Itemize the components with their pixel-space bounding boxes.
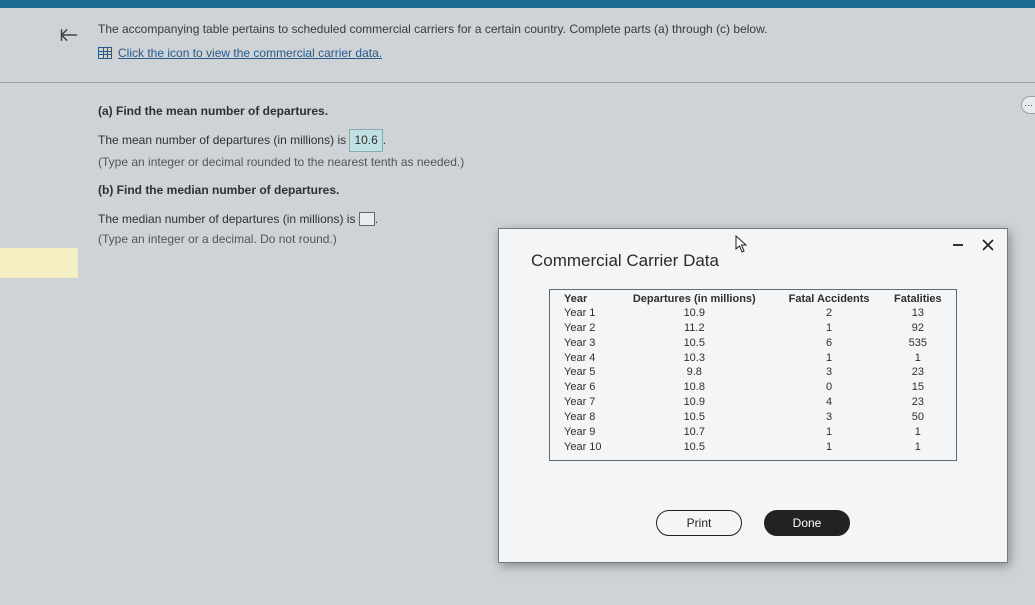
- cell-fatalities: 1: [884, 440, 952, 455]
- modal-controls: [499, 229, 1007, 253]
- part-b-answer-line: The median number of departures (in mill…: [98, 209, 1017, 229]
- table-row: Year 610.8015: [554, 380, 952, 395]
- cell-fatalities: 535: [884, 336, 952, 351]
- minimize-button[interactable]: [949, 237, 967, 253]
- view-data-link[interactable]: Click the icon to view the commercial ca…: [118, 46, 382, 60]
- cell-fatalities: 1: [884, 351, 952, 366]
- table-row: Year 310.56535: [554, 336, 952, 351]
- overflow-button[interactable]: ⋯: [1021, 96, 1035, 114]
- back-button[interactable]: [58, 26, 80, 44]
- cell-year: Year 10: [554, 440, 614, 455]
- cell-accidents: 1: [775, 321, 884, 336]
- cell-fatalities: 13: [884, 306, 952, 321]
- cell-year: Year 6: [554, 380, 614, 395]
- close-icon: [982, 239, 994, 251]
- data-modal: Commercial Carrier Data Year Departures …: [498, 228, 1008, 563]
- table-row: Year 810.5350: [554, 410, 952, 425]
- table-row: Year 211.2192: [554, 321, 952, 336]
- cell-year: Year 5: [554, 365, 614, 380]
- table-row: Year 110.9213: [554, 306, 952, 321]
- cell-departures: 10.5: [614, 440, 775, 455]
- data-table: Year Departures (in millions) Fatal Acci…: [554, 292, 952, 454]
- cell-departures: 11.2: [614, 321, 775, 336]
- margin-highlight: [0, 248, 78, 278]
- cell-fatalities: 1: [884, 425, 952, 440]
- col-accidents: Fatal Accidents: [775, 292, 884, 306]
- cell-departures: 10.9: [614, 395, 775, 410]
- cell-departures: 10.8: [614, 380, 775, 395]
- part-b-answer-input[interactable]: [359, 212, 375, 226]
- cell-fatalities: 50: [884, 410, 952, 425]
- cell-year: Year 4: [554, 351, 614, 366]
- cell-fatalities: 15: [884, 380, 952, 395]
- table-icon[interactable]: [98, 47, 112, 59]
- cell-year: Year 3: [554, 336, 614, 351]
- cell-fatalities: 23: [884, 365, 952, 380]
- data-link-row: Click the icon to view the commercial ca…: [98, 46, 1017, 60]
- cell-accidents: 3: [775, 365, 884, 380]
- cell-year: Year 1: [554, 306, 614, 321]
- cell-departures: 10.7: [614, 425, 775, 440]
- modal-title: Commercial Carrier Data: [531, 251, 719, 271]
- cell-departures: 10.5: [614, 410, 775, 425]
- table-header-row: Year Departures (in millions) Fatal Acci…: [554, 292, 952, 306]
- cell-accidents: 2: [775, 306, 884, 321]
- cell-departures: 10.3: [614, 351, 775, 366]
- cell-accidents: 1: [775, 440, 884, 455]
- part-a-suffix: .: [383, 133, 386, 147]
- done-button[interactable]: Done: [764, 510, 850, 536]
- cell-fatalities: 92: [884, 321, 952, 336]
- cell-accidents: 3: [775, 410, 884, 425]
- part-a-label: (a) Find the mean number of departures.: [98, 101, 1017, 121]
- minimize-icon: [953, 244, 963, 246]
- app-titlebar: [0, 0, 1035, 8]
- cell-accidents: 0: [775, 380, 884, 395]
- table-row: Year 410.311: [554, 351, 952, 366]
- print-button[interactable]: Print: [656, 510, 742, 536]
- part-a-answer-line: The mean number of departures (in millio…: [98, 129, 1017, 151]
- cell-departures: 9.8: [614, 365, 775, 380]
- col-year: Year: [554, 292, 614, 306]
- cell-year: Year 2: [554, 321, 614, 336]
- question-content: The accompanying table pertains to sched…: [98, 22, 1017, 60]
- table-row: Year 1010.511: [554, 440, 952, 455]
- cell-year: Year 7: [554, 395, 614, 410]
- cell-fatalities: 23: [884, 395, 952, 410]
- table-row: Year 910.711: [554, 425, 952, 440]
- cell-accidents: 6: [775, 336, 884, 351]
- part-a-hint: (Type an integer or decimal rounded to t…: [98, 152, 1017, 172]
- part-b-label: (b) Find the median number of departures…: [98, 180, 1017, 200]
- section-divider: [0, 82, 1035, 83]
- col-departures: Departures (in millions): [614, 292, 775, 306]
- cell-accidents: 1: [775, 351, 884, 366]
- cell-year: Year 8: [554, 410, 614, 425]
- close-button[interactable]: [979, 237, 997, 253]
- part-a-answer-value[interactable]: 10.6: [349, 129, 382, 151]
- intro-text: The accompanying table pertains to sched…: [98, 22, 1017, 36]
- data-table-container: Year Departures (in millions) Fatal Acci…: [549, 289, 957, 461]
- col-fatalities: Fatalities: [884, 292, 952, 306]
- cell-departures: 10.5: [614, 336, 775, 351]
- modal-actions: Print Done: [499, 510, 1007, 536]
- table-row: Year 59.8323: [554, 365, 952, 380]
- part-a-prefix: The mean number of departures (in millio…: [98, 133, 349, 147]
- cell-accidents: 4: [775, 395, 884, 410]
- table-body: Year 110.9213Year 211.2192Year 310.56535…: [554, 306, 952, 454]
- cell-accidents: 1: [775, 425, 884, 440]
- cell-departures: 10.9: [614, 306, 775, 321]
- part-b-prefix: The median number of departures (in mill…: [98, 212, 359, 226]
- cell-year: Year 9: [554, 425, 614, 440]
- table-row: Year 710.9423: [554, 395, 952, 410]
